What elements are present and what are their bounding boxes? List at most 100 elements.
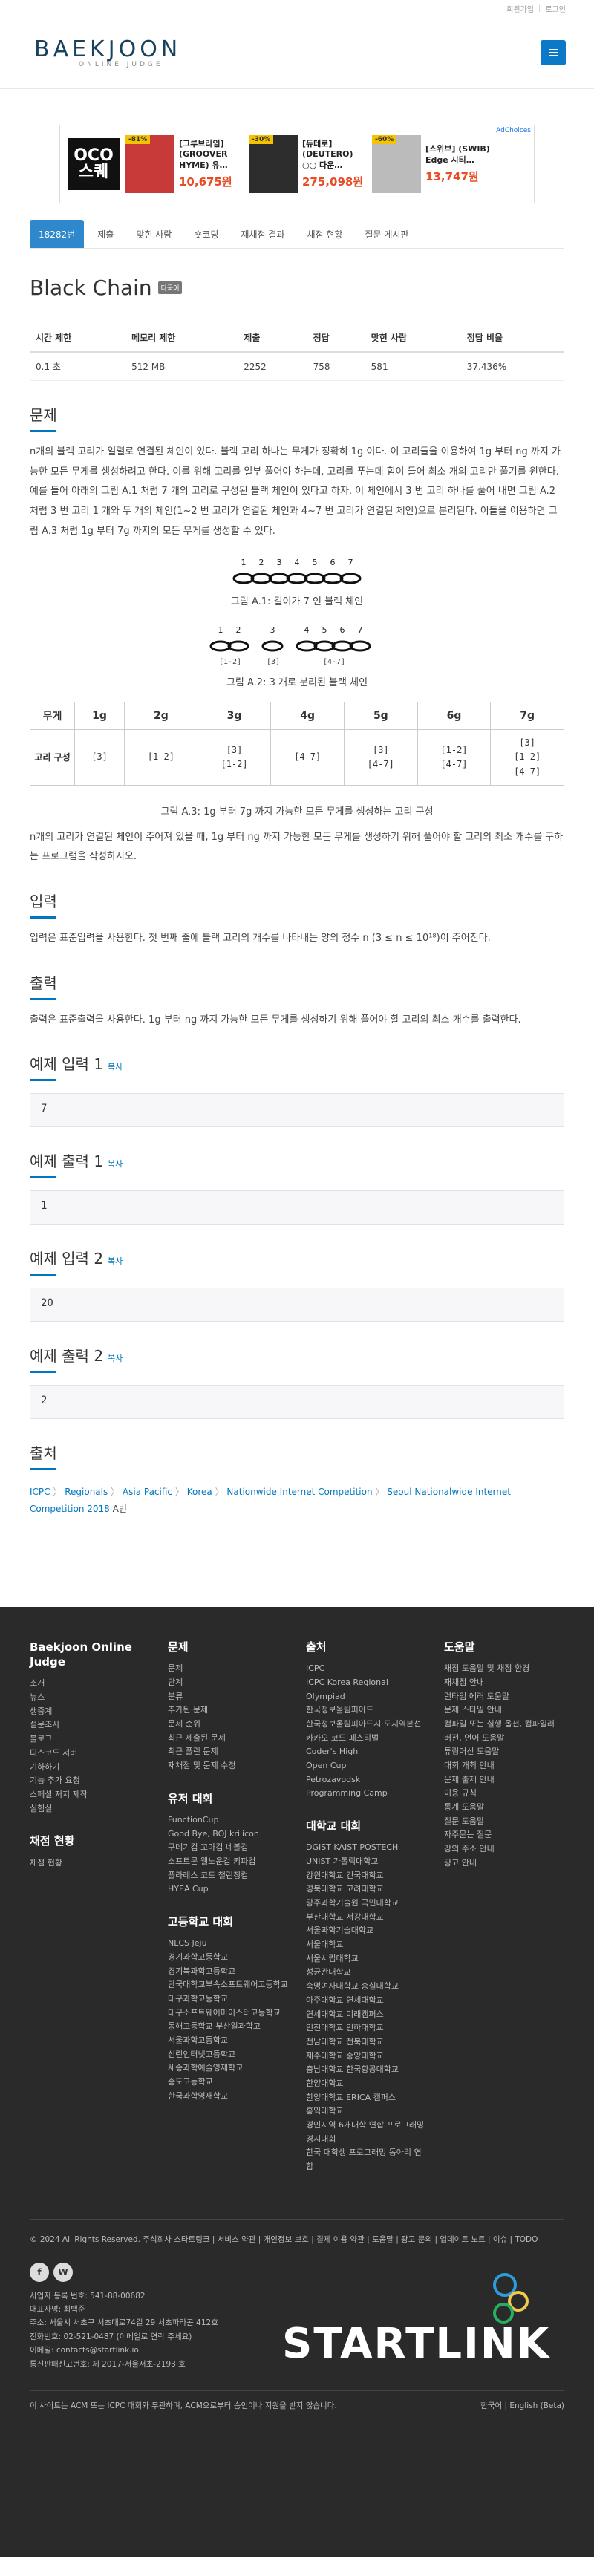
footer-link[interactable]: 튜링머신 도움말: [444, 1745, 564, 1759]
footer-link[interactable]: 대구소프트웨어마이스터고등학교: [168, 2006, 288, 2021]
footer-link[interactable]: 플라레스 코드 챌린징컵: [168, 1869, 288, 1883]
footer-link[interactable]: 성균관대학교: [306, 1966, 426, 1980]
footer-link[interactable]: 질문 도움말: [444, 1815, 564, 1829]
footer-link[interactable]: 경북대학교 고려대학교: [306, 1882, 426, 1897]
footer-link[interactable]: 숙명여자대학교 숭실대학교: [306, 1980, 426, 1994]
footer-link[interactable]: 자주묻는 질문: [444, 1828, 564, 1842]
copy-button[interactable]: 복사: [108, 1354, 123, 1363]
footer-link[interactable]: Olympiad: [306, 1690, 426, 1704]
footer-link[interactable]: 기능 추가 요청: [30, 1774, 150, 1788]
footer-link[interactable]: 재채점 안내: [444, 1676, 564, 1690]
footer-link[interactable]: UNIST 가톨릭대학교: [306, 1855, 426, 1869]
footer-link[interactable]: 강원대학교 건국대학교: [306, 1869, 426, 1883]
footer-link[interactable]: 서울과학기술대학교: [306, 1924, 426, 1938]
source-link[interactable]: ICPC: [30, 1487, 50, 1497]
footer-link[interactable]: 카카오 코드 페스티벌: [306, 1732, 426, 1746]
footer-link[interactable]: 한국정보올림피아드시·도지역본선: [306, 1718, 426, 1732]
footer-link[interactable]: NLCS Jeju: [168, 1937, 288, 1951]
footer-link[interactable]: 전남대학교 전북대학교: [306, 2035, 426, 2050]
language-switch[interactable]: 한국어 | English (Beta): [480, 2400, 564, 2411]
adchoices-icon[interactable]: AdChoices: [496, 127, 531, 134]
footer-link[interactable]: HYEA Cup: [168, 1882, 288, 1897]
footer-link[interactable]: 강의 주소 안내: [444, 1842, 564, 1856]
footer-link[interactable]: 기하하기: [30, 1761, 150, 1775]
footer-link[interactable]: 문제: [168, 1662, 288, 1676]
ad-product-image[interactable]: -81%: [125, 135, 174, 193]
footer-link[interactable]: 뉴스: [30, 1691, 150, 1705]
footer-link[interactable]: 통계 도움말: [444, 1801, 564, 1815]
copy-button[interactable]: 복사: [108, 1159, 123, 1169]
ad-product-image[interactable]: -30%: [249, 135, 298, 193]
tab-problem[interactable]: 18282번: [30, 220, 85, 248]
copy-button[interactable]: 복사: [108, 1062, 123, 1072]
footer-link[interactable]: 단국대학교부속소프트웨어고등학교: [168, 1978, 288, 1992]
multilang-badge[interactable]: 다국어: [157, 281, 183, 294]
footer-link[interactable]: DGIST KAIST POSTECH: [306, 1841, 426, 1855]
footer-link[interactable]: 선린인터넷고등학교: [168, 2048, 288, 2062]
footer-link[interactable]: Open Cup: [306, 1759, 426, 1773]
tab-board[interactable]: 질문 게시판: [356, 220, 417, 248]
footer-link[interactable]: 한국정보올림피아드: [306, 1703, 426, 1718]
source-link[interactable]: Asia Pacific: [123, 1487, 172, 1497]
facebook-icon[interactable]: f: [30, 2262, 49, 2282]
footer-link[interactable]: 인천대학교 인하대학교: [306, 2021, 426, 2035]
footer-link[interactable]: 제주대학교 중앙대학교: [306, 2050, 426, 2064]
footer-link[interactable]: 충남대학교 한국항공대학교: [306, 2063, 426, 2077]
footer-link[interactable]: 이용 규칙: [444, 1787, 564, 1801]
footer-link[interactable]: 단계: [168, 1676, 288, 1690]
footer-link[interactable]: 소프트콘 웰노운컵 키파컵: [168, 1855, 288, 1869]
wordpress-icon[interactable]: W: [53, 2262, 73, 2282]
footer-link[interactable]: 한양대학교: [306, 2077, 426, 2091]
footer-link[interactable]: 광고 안내: [444, 1856, 564, 1871]
footer-link[interactable]: 홍익대학교: [306, 2104, 426, 2119]
logo[interactable]: BAEKJOON ONLINE JUDGE: [34, 36, 181, 68]
footer-link[interactable]: 문제 스타일 안내: [444, 1703, 564, 1718]
source-link[interactable]: Nationwide Internet Competition: [226, 1487, 372, 1497]
footer-link[interactable]: 송도고등학교: [168, 2076, 288, 2090]
ad-product-info[interactable]: [그루브라임] (GROOVER HYME) 유… 10,675원: [179, 139, 244, 190]
ad-product-info[interactable]: [스위브] (SWIB) Edge 시티… 13,747원: [425, 144, 491, 184]
footer-link[interactable]: 아주대학교 연세대학교: [306, 1994, 426, 2008]
footer-link[interactable]: 경기북과학고등학교: [168, 1965, 288, 1979]
tab-short-coding[interactable]: 숏코딩: [185, 220, 227, 248]
tab-rejudge[interactable]: 재채점 결과: [232, 220, 293, 248]
footer-link[interactable]: 추가된 문제: [168, 1703, 288, 1718]
footer-link[interactable]: 한양대학교 ERICA 캠퍼스: [306, 2091, 426, 2105]
footer-link[interactable]: 런타임 에러 도움말: [444, 1690, 564, 1704]
footer-link[interactable]: 문제 순위: [168, 1718, 288, 1732]
tab-submit[interactable]: 제출: [88, 220, 123, 248]
footer-link[interactable]: 서울과학고등학교: [168, 2034, 288, 2048]
footer-link[interactable]: 서울시립대학교: [306, 1952, 426, 1966]
tab-status[interactable]: 채점 현황: [298, 220, 351, 248]
footer-link[interactable]: 디스코드 서버: [30, 1747, 150, 1761]
footer-link[interactable]: 분류: [168, 1690, 288, 1704]
source-link[interactable]: Korea: [187, 1487, 212, 1497]
footer-link[interactable]: 채점 도움말 및 채점 환경: [444, 1662, 564, 1676]
footer-link[interactable]: 대회 개최 안내: [444, 1759, 564, 1773]
footer-link[interactable]: 생중계: [30, 1705, 150, 1719]
copy-button[interactable]: 복사: [108, 1256, 123, 1266]
ad-product-image[interactable]: -60%: [372, 135, 421, 193]
login-link[interactable]: 로그인: [545, 3, 566, 14]
footer-link[interactable]: 연세대학교 미래캠퍼스: [306, 2008, 426, 2022]
startlink-logo[interactable]: STARTLINK: [282, 2270, 564, 2370]
footer-link[interactable]: 서울대학교: [306, 1938, 426, 1952]
footer-link[interactable]: 한국과학영재학교: [168, 2090, 288, 2104]
footer-link[interactable]: Coder's High: [306, 1745, 426, 1759]
footer-link[interactable]: ICPC Korea Regional: [306, 1676, 426, 1690]
footer-link[interactable]: 최근 풀린 문제: [168, 1745, 288, 1759]
footer-link[interactable]: 문제 출제 안내: [444, 1773, 564, 1787]
footer-link[interactable]: 광주과학기술원 국민대학교: [306, 1897, 426, 1911]
footer-link[interactable]: Programming Camp: [306, 1787, 426, 1801]
footer-link[interactable]: 스페셜 저지 제작: [30, 1788, 150, 1802]
footer-link[interactable]: ICPC: [306, 1662, 426, 1676]
footer-link[interactable]: 실험실: [30, 1802, 150, 1816]
footer-link[interactable]: 경인지역 6개대학 연합 프로그래밍 경시대회: [306, 2119, 426, 2146]
footer-link[interactable]: FunctionCup: [168, 1813, 288, 1827]
footer-link[interactable]: 최근 제출된 문제: [168, 1732, 288, 1746]
footer-link[interactable]: 소개: [30, 1677, 150, 1691]
footer-link[interactable]: 구데기컵 꼬마컵 네볼컵: [168, 1841, 288, 1855]
footer-link[interactable]: 재채점 및 문제 수정: [168, 1759, 288, 1773]
footer-link[interactable]: Good Bye, BOJ kriiicon: [168, 1827, 288, 1842]
footer-link[interactable]: 경기과학고등학교: [168, 1951, 288, 1965]
